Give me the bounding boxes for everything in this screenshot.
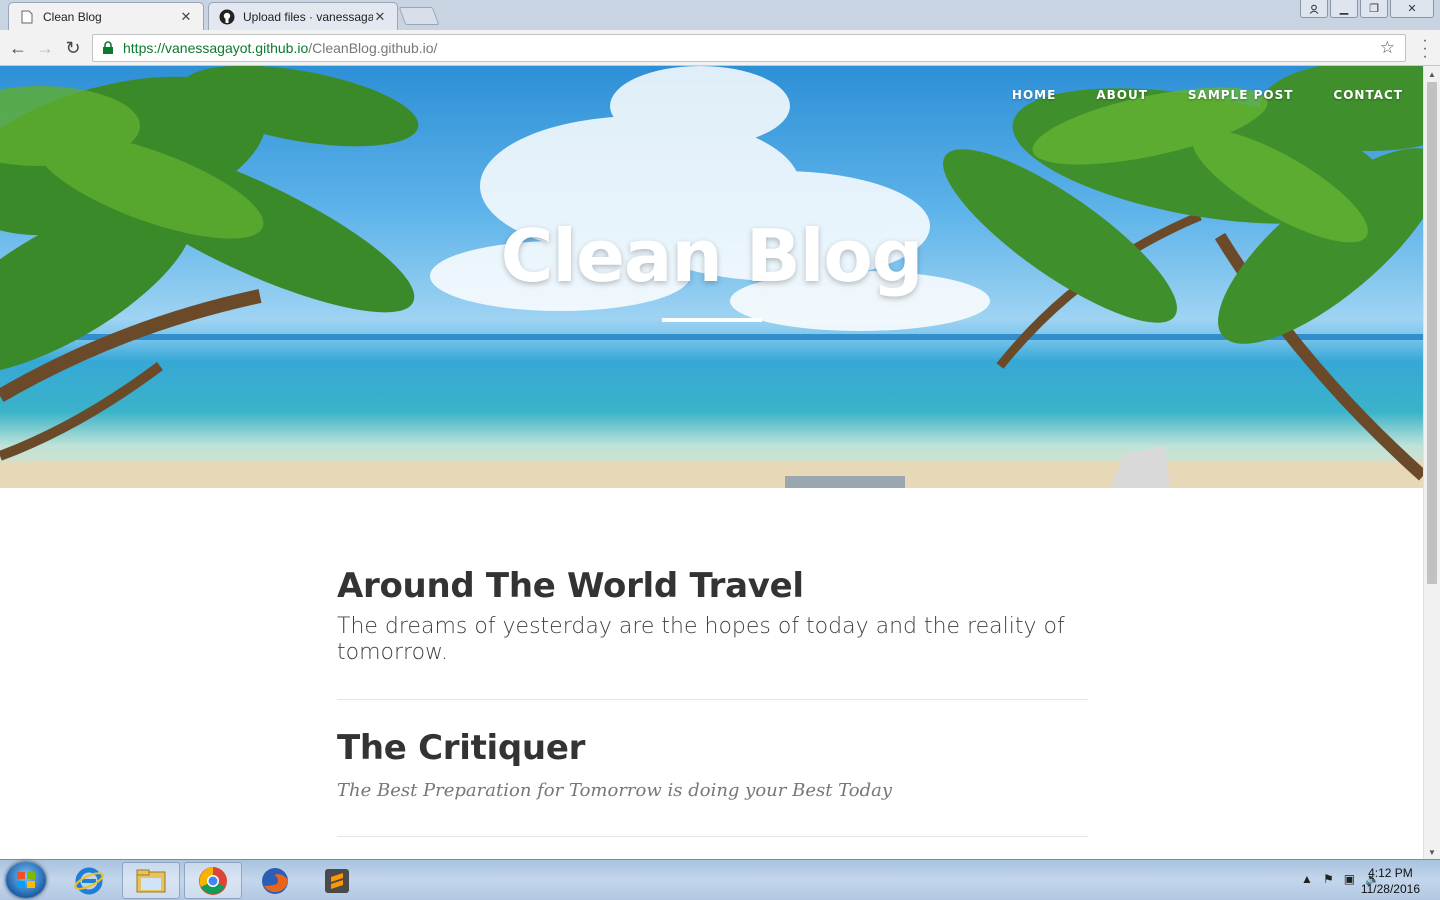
window-controls: ▁ ❐ ✕ [1300, 0, 1434, 18]
bookmark-star-icon[interactable]: ☆ [1380, 38, 1395, 58]
post-title[interactable]: Around The World Travel [337, 566, 1088, 606]
post-preview[interactable]: The Critiquer The Best Preparation for T… [337, 728, 1088, 804]
show-hidden-icons-icon[interactable]: ▲ [1301, 872, 1313, 886]
site-title: Clean Blog [500, 214, 924, 298]
title-underline [662, 318, 762, 322]
page-icon [19, 9, 35, 25]
post-divider [337, 836, 1088, 837]
page-scrollbar[interactable]: ▲ ▼ [1423, 66, 1440, 859]
internet-explorer-icon[interactable] [60, 862, 118, 899]
url-path: /CleanBlog.github.io/ [308, 40, 438, 56]
user-icon[interactable] [1300, 0, 1328, 18]
reload-icon[interactable]: ↻ [62, 37, 84, 59]
browser-toolbar: ← → ↻ https://vanessagayot.github.io/Cle… [0, 30, 1440, 66]
post-subtitle: The Best Preparation for Tomorrow is doi… [337, 780, 893, 801]
nav-about[interactable]: ABOUT [1096, 88, 1148, 102]
chrome-menu-icon[interactable]: · · · [1422, 33, 1428, 65]
post-title[interactable]: The Critiquer [337, 728, 1088, 768]
clock-time: 4:12 PM [1368, 866, 1413, 880]
nav-home[interactable]: HOME [1012, 88, 1056, 102]
minimize-button[interactable]: ▁ [1330, 0, 1358, 18]
forward-arrow-icon[interactable]: → [34, 37, 56, 59]
scroll-down-icon[interactable]: ▼ [1428, 848, 1436, 857]
new-tab-button[interactable] [398, 7, 440, 25]
back-arrow-icon[interactable]: ← [7, 37, 29, 59]
address-bar[interactable]: https://vanessagayot.github.io/CleanBlog… [92, 34, 1406, 62]
windows-logo-icon [17, 872, 35, 888]
nav-sample-post[interactable]: SAMPLE POST [1188, 88, 1294, 102]
close-window-button[interactable]: ✕ [1390, 0, 1434, 18]
start-button[interactable] [6, 862, 46, 898]
header-image: HOME ABOUT SAMPLE POST CONTACT Clean Blo… [0, 66, 1423, 488]
lock-icon [103, 41, 113, 54]
close-tab-icon[interactable]: ✕ [373, 9, 387, 25]
action-center-flag-icon[interactable]: ⚑ [1323, 872, 1334, 886]
clock-date: 11/28/2016 [1360, 882, 1420, 896]
close-tab-icon[interactable]: ✕ [179, 9, 193, 25]
restore-button[interactable]: ❐ [1360, 0, 1388, 18]
page-viewport: HOME ABOUT SAMPLE POST CONTACT Clean Blo… [0, 66, 1423, 859]
tab-strip: Clean Blog ✕ Upload files · vanessagay ✕… [0, 0, 1440, 30]
tab-title: Clean Blog [43, 9, 102, 24]
nav-contact[interactable]: CONTACT [1333, 88, 1403, 102]
system-clock[interactable]: 4:12 PM 11/28/2016 [1361, 865, 1420, 897]
url-host: https://vanessagayot.github.io [123, 40, 309, 56]
tab-clean-blog[interactable]: Clean Blog ✕ [8, 2, 204, 30]
site-nav: HOME ABOUT SAMPLE POST CONTACT [1012, 88, 1403, 102]
tab-title: Upload files · vanessagay [243, 9, 373, 24]
tab-upload-files[interactable]: Upload files · vanessagay ✕ [208, 2, 398, 30]
post-preview[interactable]: Around The World Travel The dreams of ye… [337, 566, 1088, 666]
sublime-text-icon[interactable] [308, 862, 366, 899]
file-explorer-icon[interactable] [122, 862, 180, 899]
firefox-icon[interactable] [246, 862, 304, 899]
scroll-up-icon[interactable]: ▲ [1428, 70, 1436, 79]
network-icon[interactable]: ▣ [1344, 872, 1355, 886]
scroll-thumb[interactable] [1427, 82, 1437, 584]
post-divider [337, 699, 1088, 700]
post-subtitle: The dreams of yesterday are the hopes of… [337, 614, 1065, 665]
chrome-icon[interactable] [184, 862, 242, 899]
github-icon [219, 9, 235, 25]
taskbar: ▲ ⚑ ▣ 🔈 4:12 PM 11/28/2016 [0, 859, 1440, 900]
